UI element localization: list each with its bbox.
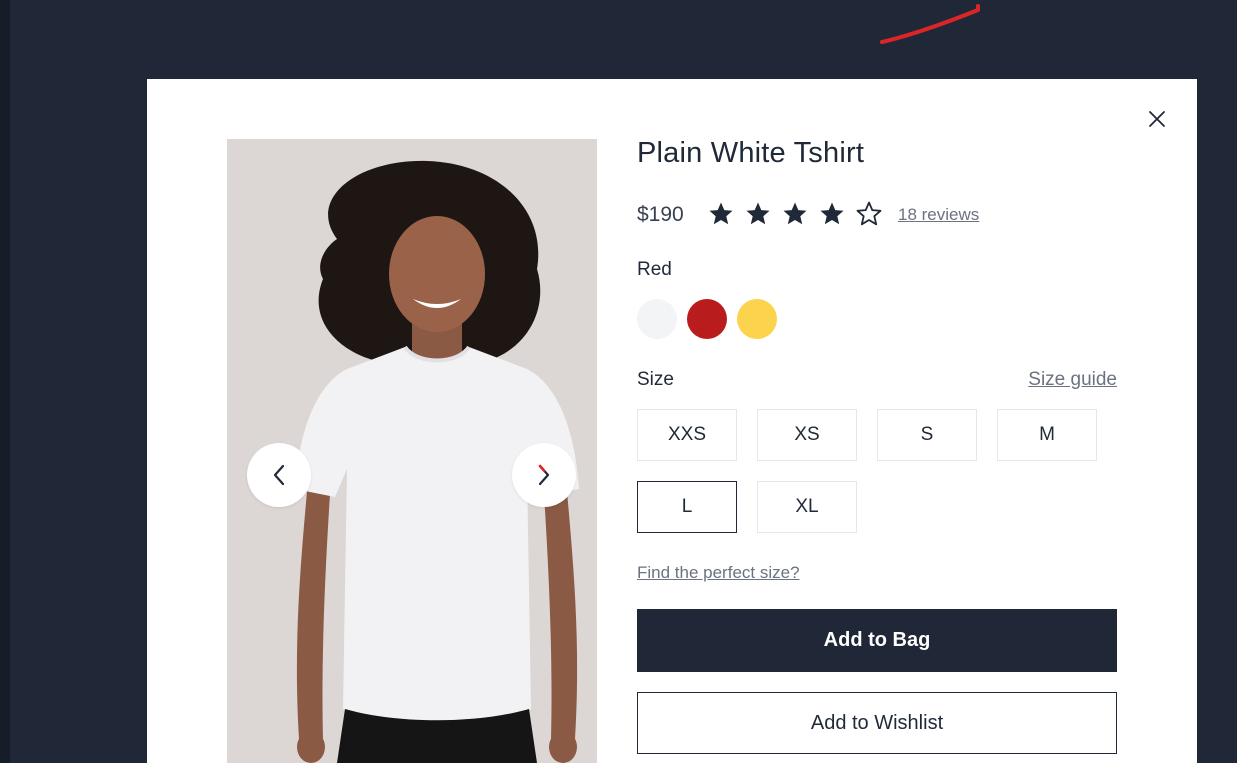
size-option-m[interactable]: M (997, 409, 1097, 461)
size-option-s[interactable]: S (877, 409, 977, 461)
color-swatch-red[interactable] (687, 299, 727, 339)
reviews-link[interactable]: 18 reviews (898, 205, 979, 225)
previous-image-button[interactable] (247, 443, 311, 507)
star-filled-icon (709, 202, 733, 225)
color-swatch-yellow[interactable] (737, 299, 777, 339)
rating-stars (707, 200, 883, 228)
color-swatches (637, 299, 777, 339)
page-edge (0, 0, 10, 763)
size-option-xxs[interactable]: XXS (637, 409, 737, 461)
size-label: Size (637, 369, 674, 390)
chevron-right-icon (538, 464, 550, 486)
red-annotation-stroke (880, 4, 980, 44)
close-button[interactable] (1145, 107, 1169, 131)
next-image-button[interactable] (512, 443, 576, 507)
product-image (227, 139, 597, 763)
star-outline-icon (856, 201, 882, 226)
size-options: XXS XS S M L XL (637, 409, 1117, 533)
close-icon (1149, 111, 1165, 127)
star-filled-icon (820, 202, 844, 225)
product-title: Plain White Tshirt (637, 137, 865, 169)
add-to-bag-button[interactable]: Add to Bag (637, 609, 1117, 672)
product-price: $190 (637, 203, 684, 226)
chevron-left-icon (273, 464, 285, 486)
size-option-xs[interactable]: XS (757, 409, 857, 461)
star-filled-icon (746, 202, 770, 225)
size-guide-link[interactable]: Size guide (1028, 369, 1117, 391)
quick-view-modal: Plain White Tshirt $190 18 reviews Red S… (147, 79, 1197, 763)
star-filled-icon (783, 202, 807, 225)
selected-color-label: Red (637, 259, 672, 280)
size-option-l[interactable]: L (637, 481, 737, 533)
add-to-wishlist-button[interactable]: Add to Wishlist (637, 692, 1117, 754)
size-option-xl[interactable]: XL (757, 481, 857, 533)
find-perfect-size-link[interactable]: Find the perfect size? (637, 563, 800, 583)
color-swatch-white[interactable] (637, 299, 677, 339)
